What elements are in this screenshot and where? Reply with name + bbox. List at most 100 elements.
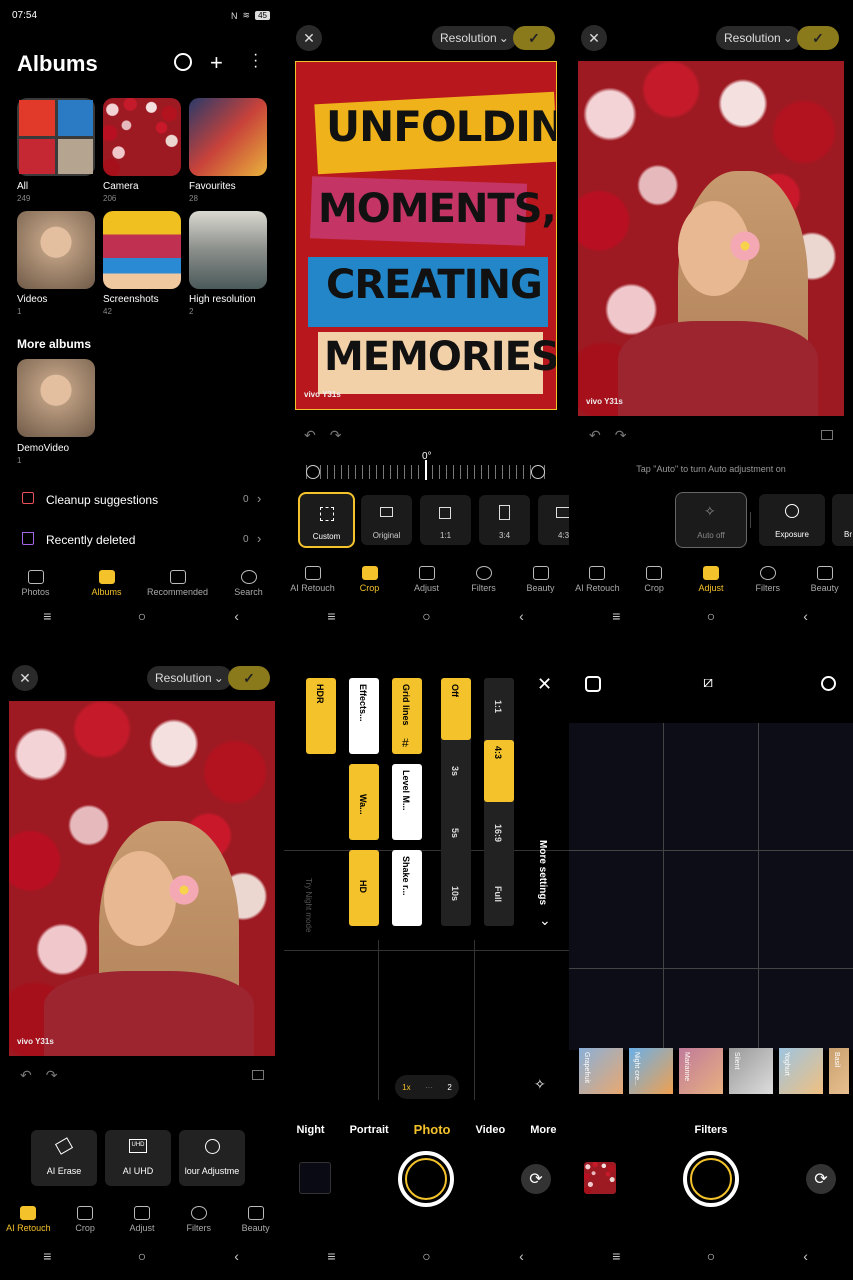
- back-icon[interactable]: ‹: [786, 608, 826, 624]
- filter-night[interactable]: Night cre...: [629, 1048, 673, 1094]
- back-icon[interactable]: ‹: [217, 608, 257, 624]
- back-icon[interactable]: ‹: [502, 608, 542, 624]
- tab-adjust[interactable]: Adjust: [399, 566, 455, 593]
- close-button[interactable]: ✕: [581, 25, 607, 51]
- switch-camera-icon[interactable]: ⟳: [521, 1164, 551, 1194]
- album-screenshots-thumb[interactable]: [103, 211, 181, 289]
- mode-more[interactable]: More: [530, 1124, 556, 1136]
- search-icon[interactable]: [174, 53, 192, 71]
- resolution-button[interactable]: Resolution ⌄: [147, 666, 232, 690]
- ratio-4-3[interactable]: 4:3: [484, 740, 514, 802]
- add-icon[interactable]: +: [210, 50, 223, 76]
- back-icon[interactable]: ‹: [786, 1248, 826, 1264]
- home-icon[interactable]: ○: [407, 608, 447, 624]
- flip-icon[interactable]: [531, 465, 545, 479]
- exposure-button[interactable]: Exposure: [759, 494, 825, 546]
- tab-filters[interactable]: Filters: [456, 566, 512, 593]
- settings-icon[interactable]: [821, 676, 836, 691]
- filter-basil[interactable]: Basil: [829, 1048, 849, 1094]
- ratio-1-1[interactable]: 1:1: [420, 495, 471, 545]
- toggle-effects[interactable]: Effects...: [349, 678, 379, 754]
- home-icon[interactable]: ○: [122, 1248, 162, 1264]
- toggle-hd[interactable]: HD: [349, 850, 379, 926]
- menu-icon[interactable]: ≡: [312, 608, 352, 624]
- album-all-thumb[interactable]: [17, 98, 95, 176]
- compare-icon[interactable]: [252, 1070, 264, 1080]
- colour-adjustment-button[interactable]: lour Adjustme: [179, 1130, 245, 1186]
- menu-icon[interactable]: ≡: [312, 1248, 352, 1264]
- tab-adjust[interactable]: Adjust: [114, 1206, 170, 1233]
- album-camera-thumb[interactable]: [103, 98, 181, 176]
- timer-3s[interactable]: 3s: [450, 766, 460, 776]
- timer-5s[interactable]: 5s: [450, 828, 460, 838]
- photo-preview[interactable]: vivo Y31s: [578, 61, 844, 416]
- more-options-icon[interactable]: · · ·: [253, 47, 258, 75]
- mode-portrait[interactable]: Portrait: [350, 1124, 389, 1136]
- magic-wand-icon[interactable]: ✧: [534, 1076, 546, 1093]
- home-icon[interactable]: ○: [691, 1248, 731, 1264]
- photo-preview[interactable]: vivo Y31s: [9, 701, 275, 1056]
- shutter-button[interactable]: [398, 1151, 454, 1207]
- ratio-3-4[interactable]: 3:4: [479, 495, 530, 545]
- undo-icon[interactable]: ↶: [589, 427, 601, 444]
- ai-erase-button[interactable]: AI Erase: [31, 1130, 97, 1186]
- album-high-resolution-thumb[interactable]: [189, 211, 267, 289]
- mode-video[interactable]: Video: [475, 1124, 505, 1136]
- timer-off[interactable]: Off: [441, 678, 471, 740]
- rotate-icon[interactable]: [306, 465, 320, 479]
- resolution-button[interactable]: Resolution ⌄: [716, 26, 801, 50]
- confirm-button[interactable]: ✓: [513, 26, 555, 50]
- filter-silent[interactable]: Silent: [729, 1048, 773, 1094]
- home-icon[interactable]: ○: [407, 1248, 447, 1264]
- album-videos-thumb[interactable]: [17, 211, 95, 289]
- ai-uhd-button[interactable]: UHD AI UHD: [105, 1130, 171, 1186]
- toggle-level-meter[interactable]: Level M...: [392, 764, 422, 840]
- menu-icon[interactable]: ≡: [596, 1248, 636, 1264]
- gallery-thumbnail[interactable]: [584, 1162, 616, 1194]
- mode-night[interactable]: Night: [296, 1124, 324, 1136]
- back-icon[interactable]: ‹: [502, 1248, 542, 1264]
- switch-camera-icon[interactable]: ⟳: [806, 1164, 836, 1194]
- filter-yoghurt[interactable]: Yoghurt: [779, 1048, 823, 1094]
- back-icon[interactable]: ‹: [217, 1248, 257, 1264]
- timer-10s[interactable]: 10s: [450, 886, 460, 901]
- toggle-grid-lines[interactable]: Grid lines #: [392, 678, 422, 754]
- focus-icon[interactable]: [585, 676, 601, 692]
- menu-icon[interactable]: ≡: [27, 608, 67, 624]
- ratio-full[interactable]: Full: [493, 886, 503, 902]
- ratio-16-9[interactable]: 16:9: [493, 824, 503, 842]
- album-favourites-thumb[interactable]: [189, 98, 267, 176]
- recently-deleted-row[interactable]: Recently deleted 0 ›: [0, 526, 284, 554]
- tab-ai-retouch[interactable]: AI Retouch: [0, 1206, 56, 1233]
- tab-filters[interactable]: Filters: [171, 1206, 227, 1233]
- album-demovideo-thumb[interactable]: [17, 359, 95, 437]
- close-button[interactable]: ✕: [12, 665, 38, 691]
- ratio-4-3[interactable]: 4:3: [538, 495, 569, 545]
- toggle-watermark[interactable]: Wa...: [349, 764, 379, 840]
- filter-marianne[interactable]: Marianne: [679, 1048, 723, 1094]
- tab-filters[interactable]: Filters: [740, 566, 796, 593]
- tab-beauty[interactable]: Beauty: [797, 566, 853, 593]
- compare-icon[interactable]: [821, 430, 833, 440]
- tab-ai-retouch[interactable]: AI Retouch: [569, 566, 625, 593]
- chevron-down-icon[interactable]: ⌄: [539, 912, 551, 929]
- ratio-1-1[interactable]: 1:1: [493, 700, 503, 713]
- ratio-original[interactable]: Original: [361, 495, 412, 545]
- shutter-button[interactable]: [683, 1151, 739, 1207]
- auto-off-button[interactable]: ✧ Auto off: [675, 492, 747, 548]
- tab-crop[interactable]: Crop: [626, 566, 682, 593]
- home-icon[interactable]: ○: [122, 608, 162, 624]
- gallery-thumbnail[interactable]: [299, 1162, 331, 1194]
- undo-icon[interactable]: ↶: [304, 427, 316, 444]
- close-button[interactable]: ✕: [296, 25, 322, 51]
- zoom-1x[interactable]: 1x: [402, 1083, 410, 1092]
- mode-photo[interactable]: Photo: [414, 1122, 451, 1137]
- confirm-button[interactable]: ✓: [797, 26, 839, 50]
- close-icon[interactable]: ✕: [537, 674, 552, 695]
- toggle-hdr[interactable]: HDR: [306, 678, 336, 754]
- tab-crop[interactable]: Crop: [57, 1206, 113, 1233]
- tab-beauty[interactable]: Beauty: [228, 1206, 284, 1233]
- redo-icon[interactable]: ↷: [615, 427, 627, 444]
- ratio-custom[interactable]: Custom: [298, 492, 355, 548]
- undo-icon[interactable]: ↶: [20, 1067, 32, 1084]
